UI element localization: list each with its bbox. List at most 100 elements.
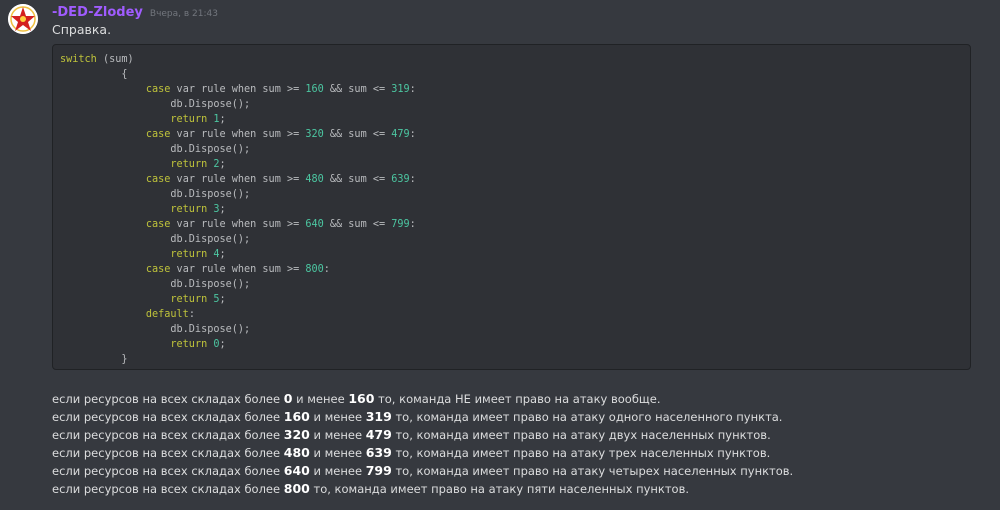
code-keyword: return xyxy=(170,294,208,305)
avatar[interactable] xyxy=(8,4,38,34)
code-text: db.Dispose(); xyxy=(60,324,251,335)
code-line: return 5; xyxy=(60,292,970,307)
code-keyword: return xyxy=(170,249,208,260)
code-keyword: case xyxy=(145,264,171,275)
code-number: 320 xyxy=(305,129,324,140)
code-text: ; xyxy=(219,294,226,305)
code-text: var rule when sum >= xyxy=(170,219,306,230)
code-line: { xyxy=(60,67,970,82)
code-keyword: case xyxy=(145,174,171,185)
code-text: var rule when sum >= xyxy=(170,264,306,275)
bold-number: 480 xyxy=(283,445,310,460)
code-text: : xyxy=(188,309,195,320)
description-line: если ресурсов на всех складах более 480 … xyxy=(52,444,793,462)
code-text: (sum) xyxy=(96,54,134,65)
code-text: db.Dispose(); xyxy=(60,279,251,290)
bold-number: 639 xyxy=(365,445,392,460)
description-text-segment: и менее xyxy=(309,410,366,424)
bold-number: 800 xyxy=(283,481,310,496)
code-number: 799 xyxy=(391,219,410,230)
code-text: && sum <= xyxy=(323,129,392,140)
description-text-segment: если ресурсов на всех складах более xyxy=(52,464,284,478)
code-keyword: return xyxy=(170,114,208,125)
code-text: ; xyxy=(219,249,226,260)
code-keyword: default xyxy=(145,309,189,320)
code-number: 639 xyxy=(391,174,410,185)
code-text: ; xyxy=(219,204,226,215)
code-line: } xyxy=(60,352,970,367)
code-keyword: case xyxy=(145,84,171,95)
description-line: если ресурсов на всех складах более 160 … xyxy=(52,408,793,426)
description-text: если ресурсов на всех складах более 0 и … xyxy=(52,390,793,498)
description-text-segment: то, команда НЕ имеет право на атаку вооб… xyxy=(374,392,661,406)
red-star-avatar-icon xyxy=(8,4,38,34)
message-text: Справка. xyxy=(52,22,112,37)
description-line: если ресурсов на всех складах более 0 и … xyxy=(52,390,793,408)
description-text-segment: и менее xyxy=(309,446,366,460)
code-text: db.Dispose(); xyxy=(60,99,251,110)
bold-number: 479 xyxy=(365,427,392,442)
description-text-segment: то, команда имеет право на атаку четырех… xyxy=(391,464,794,478)
code-block: switch (sum) { case var rule when sum >=… xyxy=(52,44,971,370)
code-text: : xyxy=(409,219,416,230)
code-line: db.Dispose(); xyxy=(60,277,970,292)
description-text-segment: и менее xyxy=(309,428,366,442)
timestamp: Вчера, в 21:43 xyxy=(149,9,218,19)
code-text: && sum <= xyxy=(323,219,392,230)
code-text: var rule when sum >= xyxy=(170,129,306,140)
bold-number: 160 xyxy=(283,409,310,424)
code-line: db.Dispose(); xyxy=(60,232,970,247)
code-line: case var rule when sum >= 640 && sum <= … xyxy=(60,217,970,232)
code-line: db.Dispose(); xyxy=(60,187,970,202)
code-text: && sum <= xyxy=(323,174,392,185)
code-text: && sum <= xyxy=(323,84,392,95)
description-text-segment: если ресурсов на всех складах более xyxy=(52,428,284,442)
code-keyword: switch xyxy=(60,54,97,65)
description-text-segment: если ресурсов на всех складах более xyxy=(52,446,284,460)
code-text: ; xyxy=(219,339,226,350)
code-line: db.Dispose(); xyxy=(60,142,970,157)
description-text-segment: то, команда имеет право на атаку пяти на… xyxy=(309,482,690,496)
code-line: return 2; xyxy=(60,157,970,172)
code-number: 479 xyxy=(391,129,410,140)
code-line: case var rule when sum >= 320 && sum <= … xyxy=(60,127,970,142)
username[interactable]: -DED-Zlodey xyxy=(52,5,143,20)
description-text-segment: то, команда имеет право на атаку одного … xyxy=(391,410,783,424)
code-text: ; xyxy=(219,159,226,170)
description-line: если ресурсов на всех складах более 800 … xyxy=(52,480,793,498)
code-line: switch (sum) xyxy=(60,52,970,67)
code-text: { xyxy=(60,69,128,80)
code-number: 319 xyxy=(391,84,410,95)
code-keyword: case xyxy=(145,129,171,140)
code-text: : xyxy=(409,129,416,140)
code-text: ; xyxy=(219,114,226,125)
description-text-segment: если ресурсов на всех складах более xyxy=(52,392,284,406)
code-keyword: case xyxy=(145,219,171,230)
code-line: db.Dispose(); xyxy=(60,97,970,112)
code-text: db.Dispose(); xyxy=(60,144,251,155)
description-text-segment: то, команда имеет право на атаку трех на… xyxy=(391,446,771,460)
code-line: return 4; xyxy=(60,247,970,262)
code-text: db.Dispose(); xyxy=(60,189,251,200)
description-text-segment: и менее xyxy=(292,392,349,406)
code-text: var rule when sum >= xyxy=(170,84,306,95)
code-line: default: xyxy=(60,307,970,322)
code-keyword: return xyxy=(170,339,208,350)
code-line: case var rule when sum >= 800: xyxy=(60,262,970,277)
code-line: case var rule when sum >= 160 && sum <= … xyxy=(60,82,970,97)
description-text-segment: если ресурсов на всех складах более xyxy=(52,482,284,496)
code-text: var rule when sum >= xyxy=(170,174,306,185)
code-keyword: return xyxy=(170,159,208,170)
